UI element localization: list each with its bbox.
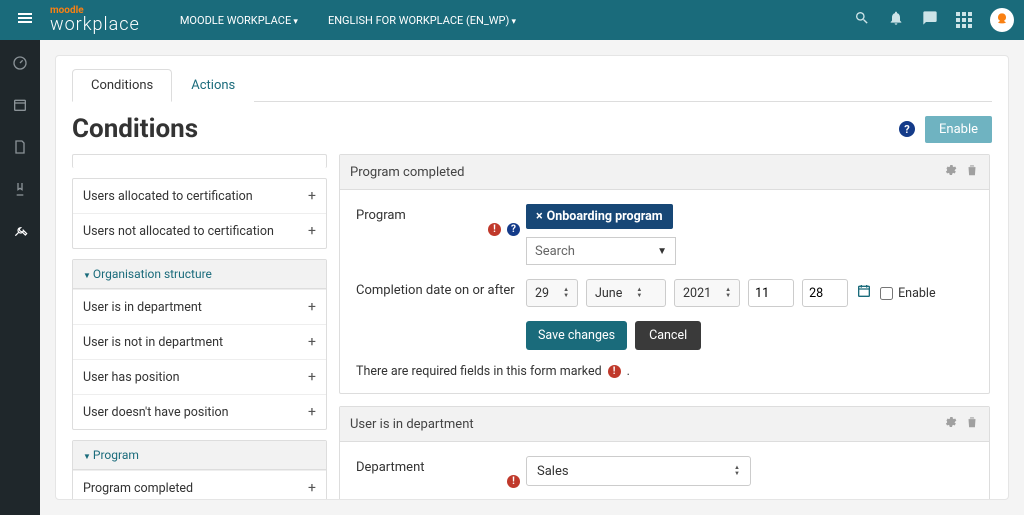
tab-actions[interactable]: Actions xyxy=(172,69,254,102)
panel-title: User is in department xyxy=(350,417,474,432)
day-select[interactable]: 29▲▼ xyxy=(526,279,578,307)
nav-workplace[interactable]: MOODLE WORKPLACE xyxy=(180,14,298,27)
section-program[interactable]: Program xyxy=(73,441,326,470)
nav-language[interactable]: ENGLISH FOR WORKPLACE (EN_WP) xyxy=(328,14,516,27)
item-user-not-in-dept[interactable]: User is not in department+ xyxy=(73,324,326,359)
sidebar-files[interactable] xyxy=(12,139,28,159)
section-org-structure[interactable]: Organisation structure xyxy=(73,260,326,289)
department-select[interactable]: Sales▲▼ xyxy=(526,456,751,486)
item-user-no-position[interactable]: User doesn't have position+ xyxy=(73,394,326,429)
plus-icon: + xyxy=(308,480,316,496)
label-department: Department xyxy=(356,460,425,475)
plus-icon: + xyxy=(308,369,316,385)
plus-icon: + xyxy=(308,404,316,420)
plus-icon: + xyxy=(308,299,316,315)
label-program: Program xyxy=(356,208,406,223)
plus-icon: + xyxy=(308,334,316,350)
hour-input[interactable] xyxy=(748,279,794,307)
month-select[interactable]: June▲▼ xyxy=(586,279,666,307)
year-select[interactable]: 2021▲▼ xyxy=(674,279,740,307)
sidebar-dashboard[interactable] xyxy=(12,55,28,75)
required-icon: ! xyxy=(507,475,520,488)
apps-icon[interactable] xyxy=(956,12,972,28)
gear-icon[interactable] xyxy=(943,163,957,181)
tab-conditions[interactable]: Conditions xyxy=(72,69,172,102)
item-users-not-allocated-cert[interactable]: Users not allocated to certification+ xyxy=(73,213,326,248)
label-completion-date: Completion date on or after xyxy=(356,283,515,298)
required-note: There are required fields in this form m… xyxy=(356,364,973,379)
messages-icon[interactable] xyxy=(922,10,938,30)
program-chip[interactable]: ×Onboarding program xyxy=(526,204,673,229)
menu-toggle[interactable] xyxy=(10,11,40,29)
required-icon: ! xyxy=(608,365,621,378)
plus-icon: + xyxy=(308,223,316,239)
sidebar-competency[interactable] xyxy=(12,181,28,201)
enable-date-checkbox[interactable] xyxy=(880,287,893,300)
bell-icon[interactable] xyxy=(888,10,904,30)
program-search-select[interactable]: Search xyxy=(526,237,676,265)
minute-input[interactable] xyxy=(802,279,848,307)
sidebar-tools[interactable] xyxy=(12,223,28,243)
plus-icon: + xyxy=(308,188,316,204)
help-icon[interactable]: ? xyxy=(507,223,520,236)
search-icon[interactable] xyxy=(854,10,870,30)
item-user-has-position[interactable]: User has position+ xyxy=(73,359,326,394)
enable-date-checkbox-label[interactable]: Enable xyxy=(880,286,936,301)
required-icon: ! xyxy=(488,223,501,236)
cancel-button[interactable]: Cancel xyxy=(635,321,701,350)
item-user-in-dept[interactable]: User is in department+ xyxy=(73,289,326,324)
sidebar-calendar[interactable] xyxy=(12,97,28,117)
trash-icon[interactable] xyxy=(965,163,979,181)
gear-icon[interactable] xyxy=(943,415,957,433)
item-users-allocated-cert[interactable]: Users allocated to certification+ xyxy=(73,179,326,213)
page-title: Conditions xyxy=(72,114,198,144)
calendar-icon[interactable] xyxy=(856,283,872,303)
logo: moodle workplace xyxy=(50,6,140,34)
help-icon[interactable]: ? xyxy=(899,121,915,137)
avatar[interactable] xyxy=(990,8,1014,32)
item-program-completed[interactable]: Program completed+ xyxy=(73,470,326,499)
include-subdept-label[interactable]: Include subdepartments xyxy=(526,498,973,499)
save-button[interactable]: Save changes xyxy=(526,321,627,350)
panel-title: Program completed xyxy=(350,165,465,180)
enable-button[interactable]: Enable xyxy=(925,116,992,143)
trash-icon[interactable] xyxy=(965,415,979,433)
